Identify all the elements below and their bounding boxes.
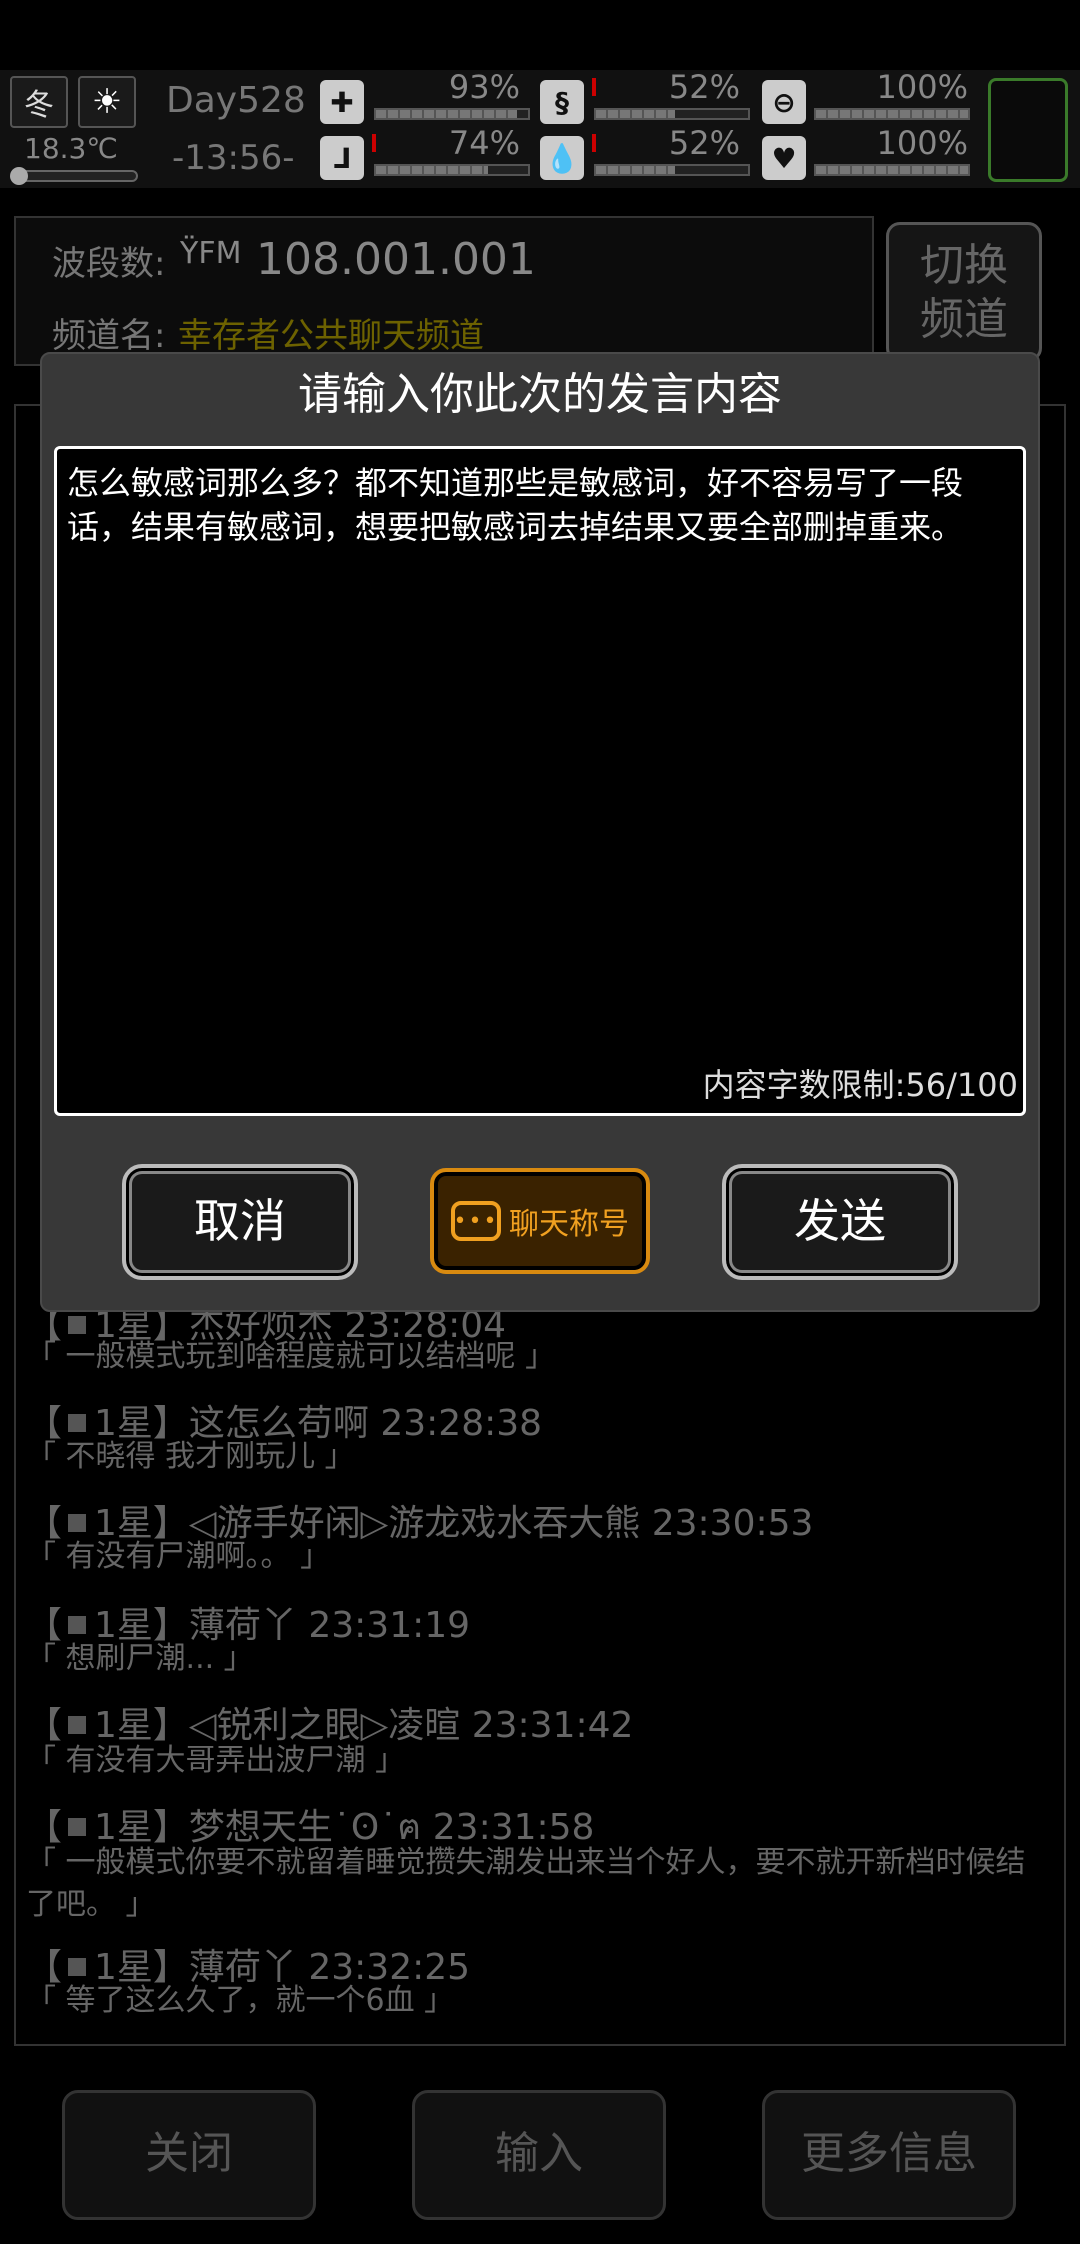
thirst-warning	[592, 134, 596, 152]
star-icon	[68, 1414, 87, 1432]
send-button[interactable]: 发送	[722, 1164, 958, 1280]
chat-message-body: 「 想刷尸潮... 」	[26, 1641, 254, 1676]
stamina-bar	[374, 164, 530, 176]
chat-message-body: 「 一般模式玩到啥程度就可以结档呢 」	[26, 1339, 556, 1374]
pill-icon: ⊖	[762, 80, 806, 124]
health-value: 93%	[448, 68, 520, 106]
season-badge: 冬	[10, 76, 68, 128]
boot-icon: ⅃	[320, 136, 364, 180]
chat-message-body: 「 有没有尸潮啊。。 」	[26, 1539, 331, 1574]
first-aid-icon: ✚	[320, 80, 364, 124]
close-button[interactable]: 关闭	[62, 2090, 316, 2220]
chat-message-body: 「 不晓得 我才刚玩儿 」	[26, 1439, 355, 1474]
cancel-button[interactable]: 取消	[122, 1164, 358, 1280]
star-icon	[68, 1818, 87, 1836]
input-button[interactable]: 输入	[412, 2090, 666, 2220]
frequency-label: 波段数:	[52, 244, 166, 284]
star-icon	[68, 1616, 87, 1634]
channel-label: 频道名:	[52, 316, 166, 356]
chat-title-label: 聊天称号	[509, 1207, 629, 1242]
star-icon	[68, 1716, 87, 1734]
stamina-warning	[372, 134, 376, 152]
channel-name: 幸存者公共聊天频道	[178, 316, 484, 356]
equipment-slot[interactable]	[988, 78, 1068, 182]
chat-message-body: 「 一般模式你要不就留着睡觉攒失潮发出来当个好人，要不就开新档时候结了吧。 」	[26, 1845, 1026, 1922]
temperature-knob	[10, 167, 28, 185]
day-counter: Day528	[166, 80, 306, 121]
hunger-value: 52%	[668, 68, 740, 106]
energy-value: 100%	[876, 68, 968, 106]
hunger-bar	[594, 108, 750, 120]
message-textarea[interactable]: 怎么敏感词那么多？都不知道那些是敏感词，好不容易写了一段话，结果有敏感词，想要把…	[54, 446, 1026, 1116]
temperature-gauge	[10, 167, 138, 185]
char-counter: 内容字数限制:56/100	[702, 1066, 1018, 1104]
band-label: FM	[198, 236, 242, 271]
energy-bar	[814, 108, 970, 120]
hunger-warning	[592, 78, 596, 96]
chat-message-body: 「 等了这么久了，就一个6血 」	[26, 1983, 455, 2018]
frequency-value: 108.001.001	[256, 234, 536, 285]
star-icon	[68, 1958, 87, 1976]
thirst-value: 52%	[668, 124, 740, 162]
sun-icon: ☀	[78, 76, 136, 128]
mood-bar	[814, 164, 970, 176]
switch-line-1: 切换	[920, 240, 1008, 291]
antenna-icon: ŸFM	[180, 236, 242, 271]
message-text: 怎么敏感词那么多？都不知道那些是敏感词，好不容易写了一段话，结果有敏感词，想要把…	[67, 464, 964, 546]
season-label: 冬	[24, 88, 54, 123]
mood-value: 100%	[876, 124, 968, 162]
star-icon	[68, 1316, 87, 1334]
chat-title-button[interactable]: ••• 聊天称号	[430, 1168, 650, 1274]
switch-line-2: 频道	[920, 294, 1008, 345]
switch-channel-button[interactable]: 切换 频道	[886, 222, 1042, 362]
heart-icon: ♥	[762, 136, 806, 180]
chat-message-body: 「 有没有大哥弄出波尸潮 」	[26, 1743, 406, 1778]
star-icon	[68, 1514, 87, 1532]
stamina-value: 74%	[448, 124, 520, 162]
dialog-title: 请输入你此次的发言内容	[298, 369, 782, 420]
chat-bubble-icon: •••	[451, 1201, 501, 1241]
thirst-bar	[594, 164, 750, 176]
more-info-button[interactable]: 更多信息	[762, 2090, 1016, 2220]
clock-time: -13:56-	[172, 138, 295, 178]
water-drop-icon: 💧	[540, 136, 584, 180]
health-bar	[374, 108, 530, 120]
stomach-icon: §	[540, 80, 584, 124]
temperature-text: 18.3℃	[24, 132, 118, 165]
